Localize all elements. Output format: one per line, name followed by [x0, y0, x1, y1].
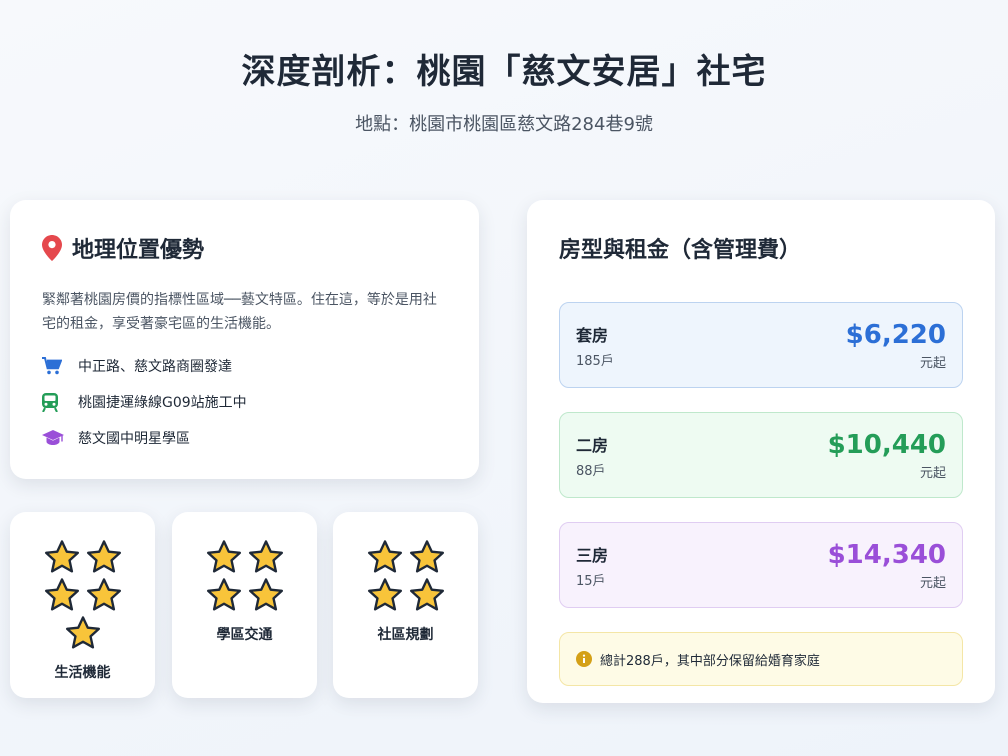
unit-three-bedroom: 三房 15戶 $14,340 元起 [559, 522, 963, 608]
unit-price-unit: 元起 [919, 465, 946, 481]
map-pin-icon [42, 235, 62, 261]
star-rating [200, 538, 290, 614]
unit-count: 88戶 [576, 463, 606, 479]
rating-label: 社區規劃 [377, 627, 434, 643]
rating-card-living: 生活機能 [10, 512, 155, 698]
star-icon [206, 578, 241, 611]
unit-two-bedroom: 二房 88戶 $10,440 元起 [559, 412, 963, 498]
unit-price: $10,440 [827, 429, 946, 460]
unit-price-unit: 元起 [919, 355, 946, 371]
unit-price: $6,220 [845, 319, 946, 350]
unit-price: $14,340 [827, 539, 946, 570]
page-title: 深度剖析：桃園「慈文安居」社宅 [241, 52, 767, 92]
unit-studio: 套房 185戶 $6,220 元起 [559, 302, 963, 388]
location-card: 地理位置優勢 緊鄰著桃園房價的指標性區域──藝文特區。住在這，等於是用社宅的租金… [10, 200, 479, 479]
household-note: 總計288戶，其中部分保留給婚育家庭 [559, 632, 963, 686]
star-icon [409, 540, 444, 573]
location-heading: 地理位置優勢 [42, 232, 447, 264]
location-heading-text: 地理位置優勢 [72, 238, 205, 263]
unit-name: 套房 [576, 325, 609, 345]
unit-name: 二房 [576, 435, 609, 455]
feature-label: 中正路、慈文路商圈發達 [78, 359, 232, 375]
page-subtitle: 地點：桃園市桃園區慈文路284巷9號 [355, 114, 653, 135]
feature-label: 桃園捷運綠線G09站施工中 [78, 395, 247, 411]
unit-price-unit: 元起 [919, 575, 946, 591]
rating-label: 學區交通 [216, 627, 273, 643]
feature-list: 中正路、慈文路商圈發達 桃園捷運綠線G09站施工中 慈文國中明星學區 [42, 348, 447, 456]
rating-card-community: 社區規劃 [333, 512, 478, 698]
star-icon [86, 578, 121, 611]
unit-name: 三房 [576, 545, 609, 565]
graduation-cap-icon [42, 430, 70, 446]
rating-label: 生活機能 [54, 665, 111, 681]
feature-shopping: 中正路、慈文路商圈發達 [42, 348, 447, 384]
star-icon [367, 578, 402, 611]
star-icon [86, 540, 121, 573]
star-icon [206, 540, 241, 573]
info-icon [576, 651, 592, 667]
rent-card: 房型與租金（含管理費） 套房 185戶 $6,220 元起 二房 88戶 $10… [527, 200, 995, 703]
note-text: 總計288戶，其中部分保留給婚育家庭 [600, 653, 820, 669]
star-icon [44, 540, 79, 573]
star-icon [44, 578, 79, 611]
unit-count: 15戶 [576, 573, 606, 589]
rating-card-school-transit: 學區交通 [172, 512, 317, 698]
shopping-cart-icon [42, 357, 70, 375]
rent-heading: 房型與租金（含管理費） [559, 238, 802, 263]
location-description: 緊鄰著桃園房價的指標性區域──藝文特區。住在這，等於是用社宅的租金，享受著豪宅區… [42, 292, 437, 332]
star-rating [361, 538, 451, 614]
train-icon [42, 392, 70, 412]
star-icon [248, 578, 283, 611]
star-icon [248, 540, 283, 573]
star-icon [65, 616, 100, 649]
feature-label: 慈文國中明星學區 [78, 431, 190, 447]
feature-transit: 桃園捷運綠線G09站施工中 [42, 384, 447, 420]
feature-school: 慈文國中明星學區 [42, 420, 447, 456]
unit-count: 185戶 [576, 353, 614, 369]
star-icon [367, 540, 402, 573]
star-icon [409, 578, 444, 611]
star-rating [38, 538, 128, 652]
